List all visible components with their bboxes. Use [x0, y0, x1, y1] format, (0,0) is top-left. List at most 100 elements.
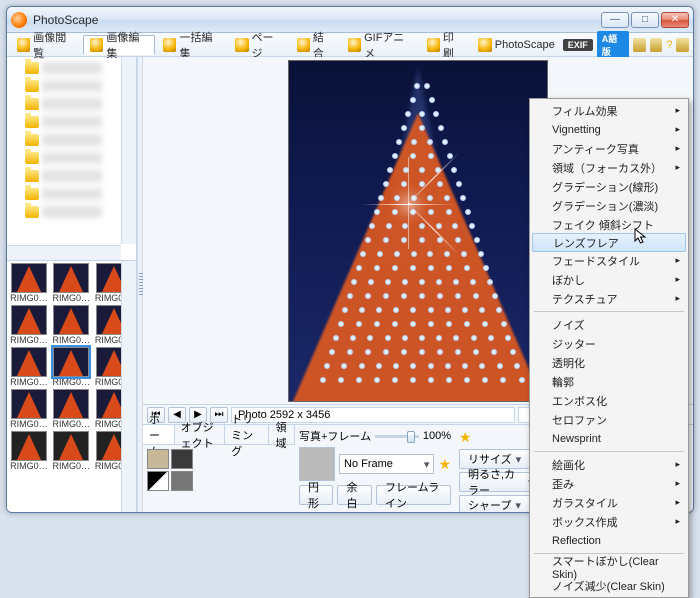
panel-tab-object[interactable]: オブジェクト: [175, 425, 226, 444]
panel-tab-area[interactable]: 領域: [269, 425, 295, 444]
app-logo-icon: [11, 12, 27, 28]
folder-tree-item[interactable]: [9, 131, 134, 149]
menu-item[interactable]: セロファン: [532, 410, 686, 429]
thumbnail-caption: RIMG0…: [52, 461, 90, 471]
thumbnail-item[interactable]: RIMG0…: [51, 389, 91, 429]
thumbnail-item[interactable]: RIMG0…: [9, 347, 49, 387]
menu-item[interactable]: ノイズ減少(Clear Skin): [532, 576, 686, 595]
folder-tree-item[interactable]: [9, 203, 134, 221]
tree-scrollbar-v[interactable]: [121, 57, 136, 244]
menu-item[interactable]: ジッター: [532, 334, 686, 353]
folder-icon: [25, 170, 39, 182]
menu-item[interactable]: Vignetting: [532, 120, 686, 139]
folder-tree-item[interactable]: [9, 95, 134, 113]
swatch-1[interactable]: [147, 449, 169, 469]
tree-scrollbar-h[interactable]: [7, 245, 121, 260]
folder-icon: [25, 80, 39, 92]
menu-item[interactable]: ガラスタイル: [532, 493, 686, 512]
toolbar-icon-2[interactable]: [650, 38, 663, 52]
menu-item[interactable]: テクスチュア: [532, 289, 686, 308]
menu-item[interactable]: 絵画化: [532, 455, 686, 474]
menu-item[interactable]: 透明化: [532, 353, 686, 372]
panel-tab-crop[interactable]: トリミング: [225, 425, 269, 444]
zoom-slider[interactable]: [375, 435, 419, 438]
close-button[interactable]: ✕: [661, 12, 689, 28]
folder-tree-item[interactable]: [9, 185, 134, 203]
folder-tree-item[interactable]: [9, 59, 134, 77]
settings-icon[interactable]: [676, 38, 689, 52]
menu-item[interactable]: 歪み: [532, 474, 686, 493]
tab-page[interactable]: ページ: [229, 35, 288, 55]
folder-tree[interactable]: [7, 57, 136, 261]
thumbnail-item[interactable]: RIMG0…: [51, 431, 91, 471]
menu-item[interactable]: 輪郭: [532, 372, 686, 391]
thumbnail-item[interactable]: RIMG0…: [51, 347, 91, 387]
panel-tab-home[interactable]: ホーム: [143, 425, 175, 444]
thumbnail-item[interactable]: RIMG0…: [9, 431, 49, 471]
menu-item[interactable]: フィルム効果: [532, 101, 686, 120]
folder-tree-item[interactable]: [9, 149, 134, 167]
tab-gif[interactable]: GIFアニメ: [342, 35, 419, 55]
main-tabbar: 画像閲覧 画像編集 一括編集 ページ 結合 GIFアニメ 印刷 PhotoSca…: [7, 33, 693, 57]
menu-item[interactable]: フェイク 傾斜シフト: [532, 215, 686, 234]
favorite-icon[interactable]: ★: [438, 456, 451, 473]
swatch-3[interactable]: [147, 471, 169, 491]
help-icon[interactable]: ?: [666, 39, 672, 51]
thumbs-scrollbar[interactable]: [121, 261, 136, 512]
menu-item[interactable]: グラデーション(線形): [532, 177, 686, 196]
panel-tabbar: ホーム オブジェクト トリミング 領域: [143, 425, 295, 445]
folder-icon: [25, 62, 39, 74]
swatch-4[interactable]: [171, 471, 193, 491]
menu-item[interactable]: Reflection: [532, 531, 686, 550]
gif-icon: [348, 38, 361, 52]
round-button[interactable]: 円形: [299, 485, 333, 505]
tab-editor[interactable]: 画像編集: [83, 35, 155, 55]
thumbnail-item[interactable]: RIMG0…: [9, 263, 49, 303]
left-sidebar: RIMG0…RIMG0…RIMG0…RIMG0…RIMG0…RIMG0…RIMG…: [7, 57, 137, 512]
tab-print[interactable]: 印刷: [421, 35, 470, 55]
thumbnail-caption: RIMG0…: [52, 419, 90, 429]
minimize-button[interactable]: —: [601, 12, 629, 28]
zoom-value: 100%: [423, 430, 451, 442]
tab-combine[interactable]: 結合: [291, 35, 340, 55]
exif-badge[interactable]: EXIF: [563, 39, 593, 51]
menu-item[interactable]: 領域（フォーカス外）: [532, 158, 686, 177]
frame-select[interactable]: No Frame: [339, 454, 434, 474]
menu-item[interactable]: ノイズ: [532, 315, 686, 334]
menu-item[interactable]: ボックス作成: [532, 512, 686, 531]
thumbnail-item[interactable]: RIMG0…: [9, 389, 49, 429]
maximize-button[interactable]: □: [631, 12, 659, 28]
tab-batch[interactable]: 一括編集: [157, 35, 227, 55]
folder-tree-item[interactable]: [9, 77, 134, 95]
menu-item[interactable]: エンボス化: [532, 391, 686, 410]
menu-item[interactable]: ぼかし: [532, 270, 686, 289]
swatch-2[interactable]: [171, 449, 193, 469]
menu-item[interactable]: レンズフレア: [532, 233, 686, 252]
thumbnail-item[interactable]: RIMG0…: [51, 305, 91, 345]
thumbnail-caption: RIMG0…: [52, 293, 90, 303]
folder-icon: [25, 206, 39, 218]
thumbnail-item[interactable]: RIMG0…: [9, 305, 49, 345]
menu-item[interactable]: Newsprint: [532, 429, 686, 448]
toolbar-icon-1[interactable]: [633, 38, 646, 52]
menu-item[interactable]: スマートぼかし(Clear Skin): [532, 557, 686, 576]
favorite-icon-2[interactable]: ★: [459, 429, 472, 446]
folder-icon: [25, 116, 39, 128]
menu-item[interactable]: フェードスタイル: [532, 251, 686, 270]
print-icon: [427, 38, 440, 52]
combine-icon: [297, 38, 310, 52]
thumbnail-caption: RIMG0…: [10, 461, 48, 471]
tab-viewer[interactable]: 画像閲覧: [11, 35, 81, 55]
folder-tree-item[interactable]: [9, 113, 134, 131]
folder-tree-item[interactable]: [9, 167, 134, 185]
frame-label: 写真+フレーム: [299, 428, 371, 444]
thumbnail-caption: RIMG0…: [10, 419, 48, 429]
language-badge[interactable]: A語版: [597, 31, 629, 59]
tab-photoscape[interactable]: PhotoScape: [472, 35, 561, 55]
menu-item[interactable]: グラデーション(濃淡): [532, 196, 686, 215]
margin-button[interactable]: 余白: [337, 485, 371, 505]
frameline-button[interactable]: フレームライン: [376, 485, 451, 505]
menu-item[interactable]: アンティーク写真: [532, 139, 686, 158]
folder-icon: [25, 152, 39, 164]
thumbnail-item[interactable]: RIMG0…: [51, 263, 91, 303]
